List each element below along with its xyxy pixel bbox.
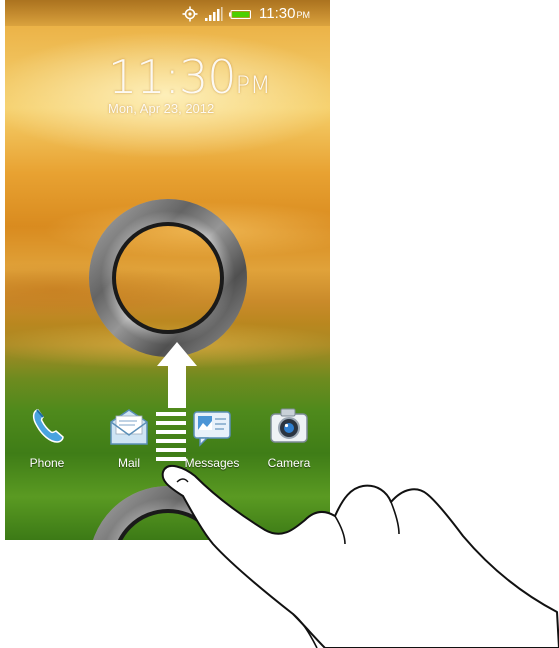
unlock-ring[interactable] — [88, 198, 248, 358]
signal-icon — [205, 7, 223, 21]
hand-icon — [161, 464, 559, 648]
swipe-up-arrow-icon — [156, 342, 197, 461]
camera-icon — [270, 408, 308, 443]
status-time-ampm: PM — [296, 10, 310, 20]
phone-screen: 11:30PM 11:30PM Mon, Apr 23, 2012 Phone … — [5, 0, 330, 540]
status-clock: 11:30PM — [259, 5, 310, 22]
phone-icon — [32, 409, 64, 443]
lock-date: Mon, Apr 23, 2012 — [108, 101, 215, 116]
dock-label-phone: Phone — [29, 456, 65, 470]
status-bar: 11:30PM — [5, 0, 330, 26]
lock-clock-time: 11:30 — [108, 50, 237, 104]
status-time: 11:30 — [259, 5, 296, 22]
lock-clock-ampm: PM — [235, 71, 271, 99]
mail-icon — [110, 409, 148, 445]
gps-icon — [182, 6, 198, 22]
battery-icon — [229, 10, 251, 19]
dock-item-phone[interactable]: Phone — [5, 400, 85, 475]
